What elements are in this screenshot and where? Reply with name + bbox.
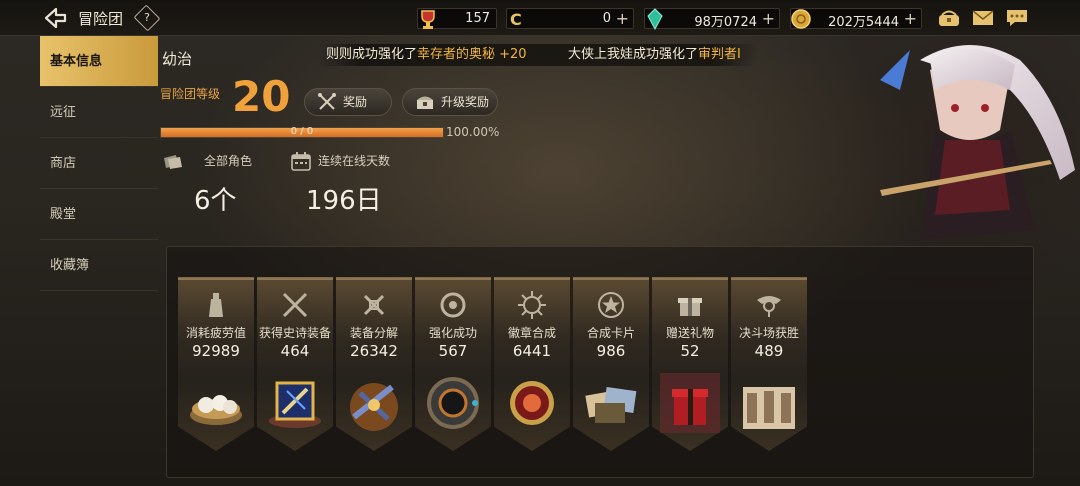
sidebar-item-expedition[interactable]: 远征 <box>40 87 158 138</box>
achievement-value: 464 <box>280 342 310 360</box>
broadcast-message-2: 大侠上我娃成功强化了审判者I <box>568 44 741 66</box>
ring-art <box>427 377 479 429</box>
broadcast-text: 大侠上我娃成功强化了 <box>568 47 699 62</box>
upgrade-reward-button[interactable]: 升级奖励 <box>402 88 498 116</box>
trophy-icon <box>421 10 435 29</box>
achievement-label: 决斗场获胜 <box>738 326 799 340</box>
gem-counter: 98万0724 + <box>644 8 780 31</box>
green-gem-icon <box>647 8 663 31</box>
gift-icon <box>678 298 702 316</box>
level-label: 冒险团等级 <box>160 87 221 101</box>
character-portrait <box>880 45 1075 240</box>
add-gem-button[interactable]: + <box>762 9 775 28</box>
achievement-value: 986 <box>596 342 626 360</box>
broadcast-text: 则则成功强化了 <box>326 47 418 62</box>
chat-icon[interactable] <box>1004 8 1030 28</box>
broadcast-item: 审判者I <box>698 47 741 62</box>
achievement-card-gift[interactable]: 赠送礼物 52 <box>652 277 728 451</box>
back-arrow-icon[interactable] <box>42 6 68 30</box>
page-title: 冒险团 <box>78 10 124 28</box>
gold-value: 202万5444 <box>828 15 899 30</box>
mail-icon[interactable] <box>970 8 996 28</box>
level-progress-percent: 100.00% <box>446 125 500 139</box>
sidebar: 基本信息 远征 商店 殿堂 收藏簿 <box>40 36 158 296</box>
upgrade-reward-button-label: 升级奖励 <box>441 95 490 109</box>
achievement-label: 赠送礼物 <box>665 326 714 340</box>
buns-art <box>190 395 242 425</box>
disassemble-art <box>350 383 398 431</box>
achievement-card-epic[interactable]: 获得史诗装备 464 <box>257 277 333 451</box>
achievement-card-disassemble[interactable]: 装备分解 26342 <box>336 277 412 451</box>
epic-weapon-art <box>269 381 321 428</box>
calendar-icon <box>291 152 311 171</box>
achievement-label: 消耗疲劳值 <box>185 326 246 340</box>
online-days-value: 196日 <box>306 186 382 216</box>
arena-art <box>743 387 795 429</box>
gold-counter: 202万5444 + <box>790 8 922 30</box>
sidebar-item-hall[interactable]: 殿堂 <box>40 189 158 240</box>
crossed-tools-icon <box>318 93 336 110</box>
level-progress-bar: 0 / 0 <box>160 126 444 138</box>
online-days-label: 连续在线天数 <box>318 154 391 168</box>
add-gold-button[interactable]: + <box>904 9 917 28</box>
storage-box-icon[interactable] <box>936 8 962 28</box>
trophy-value: 157 <box>465 11 490 26</box>
achievement-value: 52 <box>680 342 700 360</box>
crossed-swords-icon <box>282 292 308 318</box>
achievement-value: 489 <box>754 342 784 360</box>
cera-coin-icon: C <box>510 10 522 29</box>
star-icon <box>598 292 624 318</box>
sidebar-item-basic-info[interactable]: 基本信息 <box>40 36 158 87</box>
top-bar: 冒险团 ? 157 C 0 + 98万0724 + 202万5444 + <box>0 0 1080 36</box>
level-value: 20 <box>232 72 291 121</box>
all-roles-value: 6个 <box>194 186 237 216</box>
adventure-group-name: 幼治 <box>162 50 193 68</box>
bottle-icon <box>209 293 223 317</box>
emblem-icon <box>518 291 546 319</box>
reward-button-label: 奖励 <box>343 95 368 109</box>
cards-art <box>585 387 637 423</box>
cera-counter: C 0 + <box>506 8 634 29</box>
reinforce-icon <box>440 292 466 318</box>
achievement-label: 强化成功 <box>428 326 477 340</box>
emblem-art <box>510 381 554 425</box>
achievement-card-emblem[interactable]: 徽章合成 6441 <box>494 277 570 451</box>
gift-box-art <box>660 373 720 433</box>
arena-icon <box>757 296 781 317</box>
reward-button[interactable]: 奖励 <box>304 88 392 116</box>
help-button[interactable]: ? <box>133 4 161 32</box>
trophy-counter: 157 <box>417 8 497 29</box>
characters-card-icon <box>164 155 182 169</box>
level-progress-text: 0 / 0 <box>290 126 314 137</box>
achievement-value: 26342 <box>350 342 398 360</box>
disassemble-icon <box>363 294 385 316</box>
achievement-label: 合成卡片 <box>586 326 635 340</box>
all-roles-label: 全部角色 <box>204 154 253 168</box>
broadcast-ticker: 则则成功强化了幸存者的奥秘 +20 大侠上我娃成功强化了审判者I <box>318 44 758 66</box>
gem-value: 98万0724 <box>694 15 757 30</box>
achievement-label: 获得史诗装备 <box>258 326 331 340</box>
achievement-card-reinforce[interactable]: 强化成功 567 <box>415 277 491 451</box>
gold-coin-icon <box>791 9 811 29</box>
treasure-chest-icon <box>417 96 433 109</box>
cera-value: 0 <box>602 11 611 26</box>
svg-text:C: C <box>510 10 522 29</box>
achievement-card-fatigue[interactable]: 消耗疲劳值 92989 <box>178 277 254 451</box>
add-cera-button[interactable]: + <box>616 9 629 28</box>
achievement-value: 92989 <box>192 342 240 360</box>
achievement-label: 徽章合成 <box>507 326 556 340</box>
help-icon: ? <box>144 11 150 24</box>
achievement-value: 567 <box>438 342 468 360</box>
achievement-value: 6441 <box>512 342 552 360</box>
achievement-card-cards[interactable]: 合成卡片 986 <box>573 277 649 451</box>
broadcast-item: 幸存者的奥秘 +20 <box>417 47 527 62</box>
achievement-card-arena[interactable]: 决斗场获胜 489 <box>731 277 807 451</box>
broadcast-message-1: 则则成功强化了幸存者的奥秘 +20 <box>326 44 527 66</box>
sidebar-item-shop[interactable]: 商店 <box>40 138 158 189</box>
achievement-label: 装备分解 <box>349 326 398 340</box>
sidebar-item-collection[interactable]: 收藏簿 <box>40 240 158 291</box>
